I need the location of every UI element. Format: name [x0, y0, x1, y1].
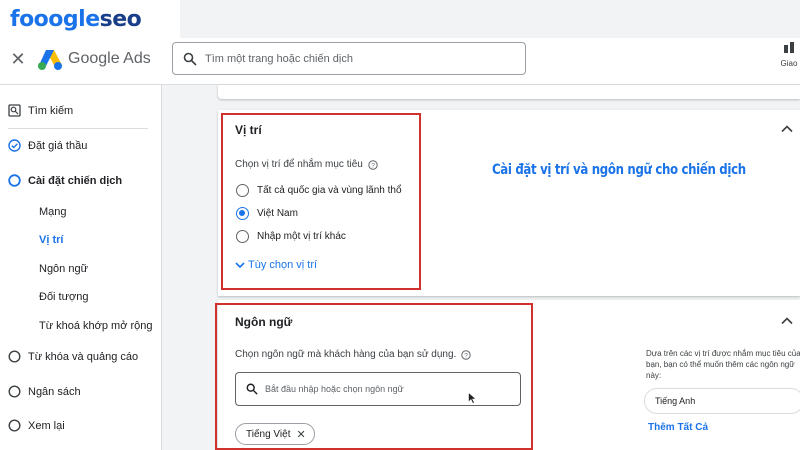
- tool-label: Giao: [780, 59, 798, 68]
- previous-card-edge: [218, 85, 800, 99]
- sidebar-sub-audience[interactable]: Đối tượng: [39, 291, 88, 303]
- brand-logo-part-b: seo: [99, 6, 142, 32]
- brand-logo: fooogleseo: [0, 0, 180, 38]
- brand-logo-part-a: fooogle: [10, 6, 100, 32]
- chevron-up-icon[interactable]: [780, 314, 794, 328]
- sidebar-divider: [8, 128, 148, 129]
- sidebar-item-search[interactable]: Tìm kiếm: [8, 104, 73, 117]
- radio-circle-icon: [8, 385, 21, 398]
- sidebar: Tìm kiếm Đặt giá thầu Cài đặt chiến dịch…: [0, 85, 162, 450]
- add-all-button[interactable]: Thêm Tất Cả: [648, 422, 708, 433]
- sidebar-item-label: Ngân sách: [28, 385, 81, 398]
- chevron-up-icon[interactable]: [780, 122, 794, 136]
- sidebar-item-label: Từ khóa và quảng cáo: [28, 350, 139, 363]
- palette-icon: [784, 42, 794, 53]
- sidebar-sub-language[interactable]: Ngôn ngữ: [39, 263, 88, 275]
- sidebar-sub-network[interactable]: Mạng: [39, 206, 67, 218]
- sidebar-item-bidding[interactable]: Đặt giá thầu: [8, 139, 87, 152]
- sidebar-item-label: Xem lại: [28, 419, 65, 432]
- top-bar: ✕ Google Ads Giao: [0, 38, 800, 85]
- sidebar-sub-broad-match[interactable]: Từ khoá khớp mở rộng: [39, 320, 153, 332]
- sidebar-item-campaign-settings[interactable]: Cài đặt chiến dịch: [8, 174, 122, 187]
- radio-circle-icon: [8, 419, 21, 432]
- check-circle-icon: [8, 139, 21, 152]
- sidebar-item-label: Tìm kiếm: [28, 104, 74, 117]
- search-icon: [183, 52, 197, 66]
- location-highlight-box: [221, 113, 421, 290]
- page-search-box[interactable]: [172, 42, 526, 75]
- app-title: Google Ads: [68, 50, 151, 67]
- language-highlight-box: [215, 303, 533, 450]
- search-box-icon: [8, 104, 21, 117]
- radio-circle-icon: [8, 174, 21, 187]
- sidebar-sub-location[interactable]: Vị trí: [39, 234, 63, 246]
- page-search-input[interactable]: [205, 52, 505, 65]
- radio-circle-icon: [8, 350, 21, 363]
- sidebar-item-label: Đặt giá thầu: [28, 139, 88, 152]
- sidebar-item-review[interactable]: Xem lại: [8, 419, 65, 432]
- annotation-caption: Cài đặt vị trí và ngôn ngữ cho chiến dịc…: [492, 162, 746, 178]
- close-icon[interactable]: ✕: [8, 49, 28, 69]
- google-ads-logo-icon: [38, 50, 62, 70]
- suggestion-text: Dựa trên các vị trí được nhắm mục tiêu c…: [646, 349, 800, 380]
- suggested-language-chip[interactable]: Tiếng Anh: [644, 388, 800, 414]
- sidebar-item-label: Cài đặt chiến dịch: [28, 174, 123, 187]
- sidebar-item-keywords-ads[interactable]: Từ khóa và quảng cáo: [8, 350, 138, 363]
- sidebar-item-budget[interactable]: Ngân sách: [8, 385, 81, 398]
- appearance-tool-button[interactable]: Giao: [778, 40, 800, 68]
